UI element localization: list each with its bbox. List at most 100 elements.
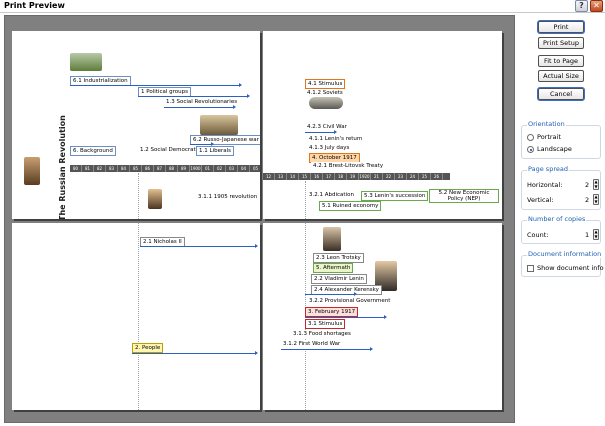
timeline-label: 4.1 Stimulus	[305, 79, 346, 89]
preview-area[interactable]: 6.1 Industrialization 1 Political groups…	[4, 15, 515, 423]
axis-tick: 81	[82, 165, 94, 172]
timeline-bar	[138, 94, 250, 98]
timeline-label: 4.2.1 Brest-Litovsk Treaty	[311, 162, 386, 170]
divider-line	[138, 173, 139, 219]
document-info-title: Document information	[527, 250, 603, 258]
portrait-label: Portrait	[537, 133, 561, 141]
preview-page-3: 2.1 Nicholas II 2. People	[12, 223, 260, 410]
actual-size-button[interactable]: Actual Size	[538, 70, 584, 82]
timeline-label: 4.1.2 Soviets	[305, 89, 345, 97]
axis-tick: 01	[202, 165, 214, 172]
axis-tick: 17	[323, 173, 335, 180]
timeline-label: 3. February 1917	[305, 307, 359, 317]
timeline-bar	[281, 347, 373, 351]
cancel-button[interactable]: Cancel	[538, 88, 584, 100]
horizontal-label: Horizontal:	[527, 181, 563, 189]
axis-tick: 1920	[359, 173, 371, 180]
show-document-info-label: Show document info	[537, 264, 604, 272]
orientation-title: Orientation	[527, 120, 566, 128]
vertical-value: 2	[585, 196, 590, 204]
window-title: Print Preview	[4, 1, 65, 10]
axis-tick: 19	[347, 173, 359, 180]
axis-tick: 86	[142, 165, 154, 172]
count-label: Count:	[527, 231, 549, 239]
axis-tick: 25	[419, 173, 431, 180]
axis-tick: 80	[70, 165, 82, 172]
axis-tick: 21	[371, 173, 383, 180]
axis-tick: 13	[275, 173, 287, 180]
timeline-bar	[164, 105, 236, 109]
timeline-bar	[190, 142, 214, 146]
axis-tick: 88	[166, 165, 178, 172]
landscape-radio[interactable]	[527, 146, 534, 153]
document-title: The Russian Revolution	[58, 115, 67, 219]
timeline-label: 3.1.1 1905 revolution	[196, 193, 260, 201]
axis-tick: 83	[106, 165, 118, 172]
timeline-label: 3.1.3 Food shortages	[291, 330, 353, 338]
timeline-label: 3.1.2 First World War	[281, 340, 343, 348]
aircraft-image	[309, 97, 343, 109]
axis-tick: 16	[311, 173, 323, 180]
axis-tick: 02	[214, 165, 226, 172]
timeline-bar	[140, 244, 258, 248]
axis-tick: 26	[431, 173, 443, 180]
divider-line	[305, 181, 306, 219]
timeline-label: 4.1.1 Lenin's return	[307, 135, 365, 143]
axis-tick: 18	[335, 173, 347, 180]
control-panel: Print Print Setup Fit to Page Actual Siz…	[518, 15, 604, 423]
show-document-info-checkbox[interactable]	[527, 265, 534, 272]
vertical-label: Vertical:	[527, 196, 554, 204]
count-spinner[interactable]: ▲ ▼	[593, 229, 599, 240]
axis-tick: 12	[263, 173, 275, 180]
timeline-label: 4.2.3 Civil War	[305, 123, 349, 131]
timeline-bar	[305, 130, 337, 134]
timeline-label: 1.2 Social Democrats	[138, 146, 201, 154]
timeline-bar	[132, 351, 258, 355]
title-bar: Print Preview ? ✕	[0, 0, 605, 13]
soldiers-image	[200, 115, 238, 135]
help-button[interactable]: ?	[575, 0, 588, 12]
axis-tick: 23	[395, 173, 407, 180]
copies-title: Number of copies	[527, 215, 587, 223]
timeline-label: 5.1 Ruined economy	[319, 201, 382, 211]
print-button[interactable]: Print	[538, 21, 584, 33]
timeline-label: 2.3 Leon Trotsky	[313, 253, 364, 263]
timeline-label: 3.2.2 Provisional Government	[307, 297, 393, 305]
preview-page-2: 4.1 Stimulus 4.1.2 Soviets 4.2.3 Civil W…	[263, 31, 502, 219]
print-setup-button[interactable]: Print Setup	[538, 37, 584, 49]
axis-tick: 1900	[190, 165, 202, 172]
timeline-label: 3.1 Stimulus	[305, 319, 346, 329]
timeline-label: 5.3 Lenin's succession	[361, 191, 429, 201]
timeline-label: 1.1 Liberals	[196, 146, 234, 156]
copies-group: Number of copies Count: 1 ▲ ▼	[521, 215, 601, 244]
landscape-label: Landscape	[537, 145, 572, 153]
document-info-group: Document information Show document info	[521, 250, 604, 277]
axis-tick: 14	[287, 173, 299, 180]
axis-tick: 04	[238, 165, 250, 172]
portrait-image	[148, 189, 162, 209]
factory-image	[70, 53, 102, 71]
fit-to-page-button[interactable]: Fit to Page	[538, 55, 584, 67]
axis-tick: 22	[383, 173, 395, 180]
close-button[interactable]: ✕	[590, 0, 603, 12]
axis-tick: 05	[250, 165, 260, 172]
axis-tick: 24	[407, 173, 419, 180]
portrait-radio[interactable]	[527, 134, 534, 141]
timeline-label: 5. Aftermath	[313, 263, 354, 273]
horizontal-value: 2	[585, 181, 590, 189]
timeline-axis: 12 13 14 15 16 17 18 19 1920 21 22 23 24 25 26	[263, 173, 450, 180]
axis-tick: 85	[130, 165, 142, 172]
divider-line	[138, 223, 139, 410]
timeline-label: 2.2 Vladimir Lenin	[311, 274, 367, 284]
crowd-image	[24, 157, 40, 185]
vertical-spinner[interactable]: ▲ ▼	[593, 194, 599, 205]
timeline-label: 4.1.3 July days	[307, 144, 352, 152]
preview-page-4: 2.3 Leon Trotsky 5. Aftermath 2.2 Vladim…	[263, 223, 502, 410]
timeline-bar	[305, 292, 357, 296]
page-spread-title: Page spread	[527, 165, 569, 173]
horizontal-spinner[interactable]: ▲ ▼	[593, 179, 599, 190]
axis-tick: 89	[178, 165, 190, 172]
axis-tick: 87	[154, 165, 166, 172]
axis-tick: 15	[299, 173, 311, 180]
axis-tick: 03	[226, 165, 238, 172]
